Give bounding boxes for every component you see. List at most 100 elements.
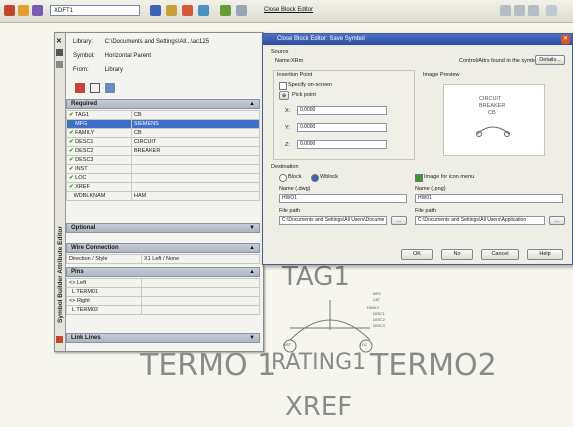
drawing-xref: XREF: [285, 392, 353, 422]
library-label: Library:: [73, 39, 94, 45]
browse-file-button[interactable]: ...: [391, 216, 407, 225]
pick-point-icon[interactable]: ⊕: [279, 91, 289, 100]
audit-icon[interactable]: [105, 83, 115, 93]
file-path-input[interactable]: C:\Documents and Settings\All Users\Docu…: [279, 216, 387, 225]
symbol-builder-palette: ✕ Symbol Builder Attribute Editor Librar…: [54, 32, 264, 352]
symbol-value: Horizontal Parent: [104, 53, 152, 59]
palette-logo-icon: [56, 336, 63, 343]
pins-section-header[interactable]: Pins ▲: [66, 267, 260, 277]
library-value: C:\Documents and Settings\All...\ac125: [104, 39, 210, 45]
drawing-tag: TAG1: [282, 262, 350, 292]
cancel-button[interactable]: Cancel: [481, 249, 519, 260]
palette-autohide-icon[interactable]: [56, 49, 63, 56]
close-icon[interactable]: ✕: [561, 35, 570, 44]
from-row: From: Library: [73, 67, 123, 73]
check-icon: ✔: [69, 130, 74, 136]
wire-connection-section-header[interactable]: Wire Connection ▲: [66, 243, 260, 253]
insertion-point-label: Insertion Point: [277, 72, 313, 78]
image-path-input[interactable]: C:\Documents and Settings\All Users\Appl…: [415, 216, 545, 225]
wblock-radio[interactable]: [311, 174, 319, 182]
palette-properties-icon[interactable]: [56, 61, 63, 68]
check-icon: ✔: [69, 148, 74, 154]
preview-line-1: CIRCUIT: [479, 96, 502, 102]
palette-close-icon[interactable]: ✕: [56, 37, 62, 45]
small-attr-desc2: DESC2: [373, 318, 385, 322]
link-lines-section-header[interactable]: Link Lines ▼: [66, 333, 260, 343]
table-row[interactable]: ✔ DESC1 CIRCUIT: [66, 137, 260, 147]
block-name-label: Name (.dwg): [279, 186, 311, 192]
drawing-term1: TERMO 1: [140, 348, 277, 383]
table-row[interactable]: ✔ DESC2 BREAKER: [66, 146, 260, 156]
wire-connection-table: Direction / Style X1 Left / None: [66, 254, 260, 264]
table-row[interactable]: ✔ TAG1 CB: [66, 110, 260, 120]
table-row[interactable]: <> Right: [66, 296, 260, 306]
palette-title-strip: ✕ Symbol Builder Attribute Editor: [55, 33, 66, 351]
check-icon: ✔: [69, 157, 74, 163]
image-path-label: File path: [415, 208, 437, 214]
y-label: Y:: [285, 125, 290, 131]
details-button[interactable]: Details...: [535, 55, 565, 65]
check-icon: ✔: [69, 139, 74, 145]
table-row[interactable]: ✔ LOC: [66, 173, 260, 183]
image-menu-checkbox[interactable]: [415, 174, 423, 182]
image-name-label: Name (.png): [415, 186, 446, 192]
z-label: Z:: [285, 142, 290, 148]
drawing-rating: RATING1: [271, 350, 367, 375]
table-row[interactable]: ✔ XREF: [66, 182, 260, 192]
specify-onscreen-checkbox[interactable]: [279, 82, 287, 90]
help-button[interactable]: Help: [527, 249, 563, 260]
image-name-input[interactable]: HW01: [415, 194, 563, 203]
table-row[interactable]: ✔ INST: [66, 164, 260, 174]
symbol-label: Symbol:: [73, 53, 95, 59]
preview-line-3: CB: [488, 110, 496, 116]
collapse-icon[interactable]: ▲: [249, 244, 255, 252]
y-input[interactable]: 0.0000: [297, 123, 387, 132]
check-icon: ✔: [69, 112, 74, 118]
specify-onscreen-label: Specify on-screen: [288, 82, 333, 88]
table-row[interactable]: L TERM02: [66, 305, 260, 315]
table-row[interactable]: ✔ DESC3: [66, 155, 260, 165]
pins-table: <> Left L TERM01 <> Right L TERM02: [66, 278, 260, 315]
destination-group-label: Destination: [271, 164, 299, 170]
source-group-label: Source: [271, 49, 289, 55]
small-attr-mfg: MFG: [373, 292, 381, 296]
save-symbol-dialog: Close Block Editor: Save Symbol ✕ Source…: [262, 33, 573, 265]
table-row[interactable]: <> Left: [66, 278, 260, 288]
table-row[interactable]: WDBLKNAM HAM: [66, 191, 260, 201]
drawing-term2: TERMO2: [370, 348, 497, 383]
optional-section-header[interactable]: Optional ▼: [66, 223, 260, 233]
browse-image-button[interactable]: ...: [549, 216, 565, 225]
check-icon: ✔: [69, 175, 74, 181]
expand-icon[interactable]: ▼: [249, 224, 255, 232]
name-label: Name:: [275, 58, 292, 64]
wblock-label: Wblock: [320, 174, 339, 180]
small-attr-inst: INST: [283, 343, 291, 347]
table-row[interactable]: ✔ MFG SIEMENS: [66, 119, 260, 129]
image-menu-label: Image for icon menu: [424, 174, 475, 180]
collapse-icon[interactable]: ▲: [249, 100, 255, 108]
check-icon: ✔: [69, 166, 74, 172]
from-label: From:: [73, 67, 89, 73]
block-radio[interactable]: [279, 174, 287, 182]
symbol-row: Symbol: Horizontal Parent: [73, 53, 151, 59]
table-row[interactable]: L TERM01: [66, 287, 260, 297]
x-input[interactable]: 0.0000: [297, 106, 387, 115]
table-row[interactable]: Direction / Style X1 Left / None: [66, 254, 260, 264]
small-attr-cat: CAT: [373, 298, 380, 302]
insert-icon[interactable]: [90, 83, 100, 93]
palette-title: Symbol Builder Attribute Editor: [57, 226, 64, 323]
ok-button[interactable]: OK: [401, 249, 433, 260]
remove-icon[interactable]: [75, 83, 85, 93]
image-preview-label: Image Preview: [423, 72, 460, 78]
from-value: Library: [104, 67, 124, 73]
table-row[interactable]: ✔ FAMILY CB: [66, 128, 260, 138]
block-name-input[interactable]: HWO1: [279, 194, 407, 203]
expand-icon[interactable]: ▼: [249, 334, 255, 342]
no-button[interactable]: No: [441, 249, 473, 260]
required-section-header[interactable]: Required ▲: [66, 99, 260, 109]
preview-symbol: [476, 126, 510, 137]
z-input[interactable]: 0.0000: [297, 140, 387, 149]
check-icon: ✔: [69, 184, 74, 190]
x-label: X:: [285, 108, 291, 114]
collapse-icon[interactable]: ▲: [249, 268, 255, 276]
